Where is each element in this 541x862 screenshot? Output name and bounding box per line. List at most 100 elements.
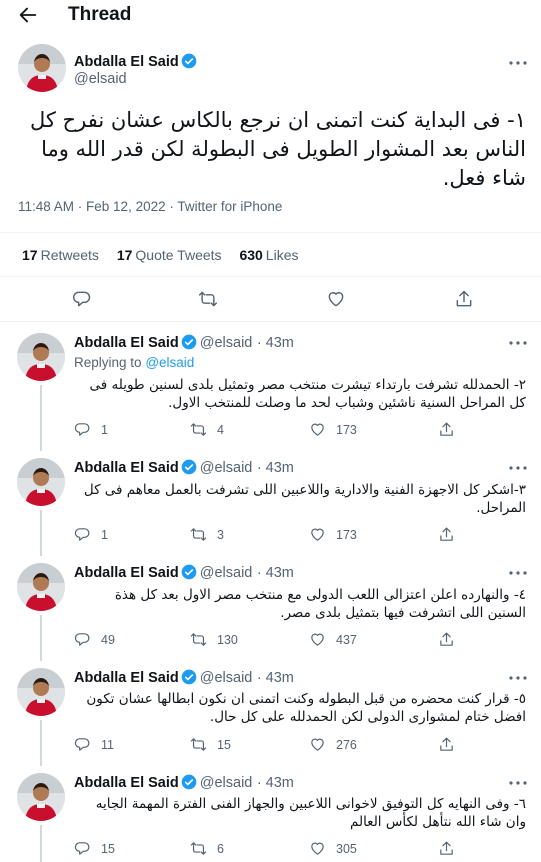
retweet-icon[interactable]	[190, 526, 207, 543]
tweet-timestamp[interactable]: 11:48 AM · Feb 12, 2022	[18, 199, 166, 214]
retweet-count[interactable]: 4	[190, 421, 224, 438]
back-arrow-icon[interactable]	[17, 4, 39, 26]
author-name[interactable]: Abdalla El Said	[74, 565, 179, 581]
stat-likes[interactable]: 630 Likes	[239, 247, 298, 263]
tweet-time[interactable]: · 43m	[257, 565, 294, 581]
share-action[interactable]	[438, 736, 465, 753]
retweet-count[interactable]: 6	[190, 840, 224, 857]
share-icon[interactable]	[438, 526, 455, 543]
like-icon[interactable]	[326, 289, 346, 309]
verified-badge-icon	[181, 334, 197, 350]
avatar[interactable]	[17, 563, 65, 611]
like-count[interactable]: 276	[309, 736, 357, 753]
author-row: Abdalla El Said @elsaid · 43m	[74, 334, 294, 352]
like-count[interactable]: 305	[309, 840, 357, 857]
verified-badge-icon	[181, 669, 197, 685]
reply-count[interactable]: 1	[74, 421, 108, 438]
retweet-count[interactable]: 15	[190, 736, 231, 753]
reply-count[interactable]: 15	[74, 840, 115, 857]
verified-badge-icon	[181, 774, 197, 790]
author-handle[interactable]: @elsaid	[200, 565, 253, 581]
like-count[interactable]: 173	[309, 526, 357, 543]
share-icon[interactable]	[438, 421, 455, 438]
replying-to-link[interactable]: @elsaid	[145, 355, 194, 370]
like-icon[interactable]	[309, 840, 326, 857]
author-name[interactable]: Abdalla El Said	[74, 775, 179, 791]
divider	[0, 276, 541, 277]
retweet-icon[interactable]	[190, 421, 207, 438]
author-name[interactable]: Abdalla El Said	[74, 54, 179, 70]
tweet-time[interactable]: · 43m	[257, 775, 294, 791]
tweet-text: ٢- الحمدلله تشرفت بارتداء تيشرت منتخب مص…	[89, 377, 527, 411]
like-icon[interactable]	[309, 736, 326, 753]
reply-icon[interactable]	[74, 631, 91, 648]
like-icon[interactable]	[309, 526, 326, 543]
share-action[interactable]	[438, 421, 465, 438]
like-icon[interactable]	[309, 631, 326, 648]
author-name[interactable]: Abdalla El Said	[74, 460, 179, 476]
like-icon[interactable]	[309, 421, 326, 438]
avatar[interactable]	[17, 333, 65, 381]
divider	[0, 321, 541, 322]
like-count[interactable]: 437	[309, 631, 357, 648]
retweet-icon[interactable]	[190, 631, 207, 648]
verified-badge-icon	[181, 459, 197, 475]
reply-icon[interactable]	[74, 526, 91, 543]
author-handle[interactable]: @elsaid	[200, 335, 253, 351]
share-icon[interactable]	[438, 840, 455, 857]
top-bar: Thread	[0, 0, 541, 30]
like-count[interactable]: 173	[309, 421, 357, 438]
author-handle[interactable]: @elsaid	[200, 460, 253, 476]
reply-icon[interactable]	[74, 736, 91, 753]
retweet-icon[interactable]	[190, 840, 207, 857]
action-bar: 1 3 173	[74, 526, 526, 546]
thread-line	[40, 720, 42, 766]
share-icon[interactable]	[438, 736, 455, 753]
avatar[interactable]	[17, 458, 65, 506]
more-icon[interactable]	[508, 336, 528, 350]
action-bar: 49 130 437	[74, 631, 526, 651]
thread-line	[40, 825, 42, 862]
retweet-icon[interactable]	[198, 289, 218, 309]
reply-count[interactable]: 11	[74, 736, 114, 753]
retweet-icon[interactable]	[190, 736, 207, 753]
more-icon[interactable]	[508, 461, 528, 475]
author-name[interactable]: Abdalla El Said	[74, 670, 179, 686]
more-icon[interactable]	[508, 671, 528, 685]
page-title: Thread	[68, 4, 132, 25]
avatar[interactable]	[17, 773, 65, 821]
reply-icon[interactable]	[74, 840, 91, 857]
author-handle[interactable]: @elsaid	[200, 670, 253, 686]
share-action[interactable]	[438, 840, 465, 857]
tweet-text: ٣-اشكر كل الاجهزة الفنية والادارية واللا…	[83, 482, 526, 516]
tweet-text: ١- فى البداية كنت اتمنى ان نرجع بالكاس ع…	[29, 108, 526, 190]
more-icon[interactable]	[508, 776, 528, 790]
retweet-count[interactable]: 130	[190, 631, 238, 648]
retweet-count[interactable]: 3	[190, 526, 224, 543]
author-handle[interactable]: @elsaid	[200, 775, 253, 791]
stat-retweets[interactable]: 17 Retweets	[22, 247, 99, 263]
tweet-time[interactable]: · 43m	[257, 335, 294, 351]
more-icon[interactable]	[508, 56, 528, 70]
share-icon[interactable]	[454, 289, 474, 309]
author-name[interactable]: Abdalla El Said	[74, 335, 179, 351]
avatar[interactable]	[18, 44, 66, 92]
stat-quote-tweets[interactable]: 17 Quote Tweets	[117, 247, 222, 263]
reply-icon[interactable]	[72, 289, 92, 309]
reply-count[interactable]: 1	[74, 526, 108, 543]
tweet-time[interactable]: · 43m	[257, 460, 294, 476]
share-action[interactable]	[438, 526, 465, 543]
share-icon[interactable]	[438, 631, 455, 648]
reply-icon[interactable]	[74, 421, 91, 438]
tweet-text: ٤- والنهارده اعلن اعتزالى اللعب الدولى م…	[114, 587, 526, 621]
tweet-time[interactable]: · 43m	[257, 670, 294, 686]
verified-badge-icon	[181, 564, 197, 580]
replying-to: Replying to @elsaid	[74, 355, 194, 370]
tweet-source[interactable]: Twitter for iPhone	[177, 199, 282, 214]
share-action[interactable]	[438, 631, 465, 648]
reply-count[interactable]: 49	[74, 631, 115, 648]
author-handle[interactable]: @elsaid	[74, 71, 127, 87]
more-icon[interactable]	[508, 566, 528, 580]
avatar[interactable]	[17, 668, 65, 716]
thread-line	[40, 615, 42, 661]
